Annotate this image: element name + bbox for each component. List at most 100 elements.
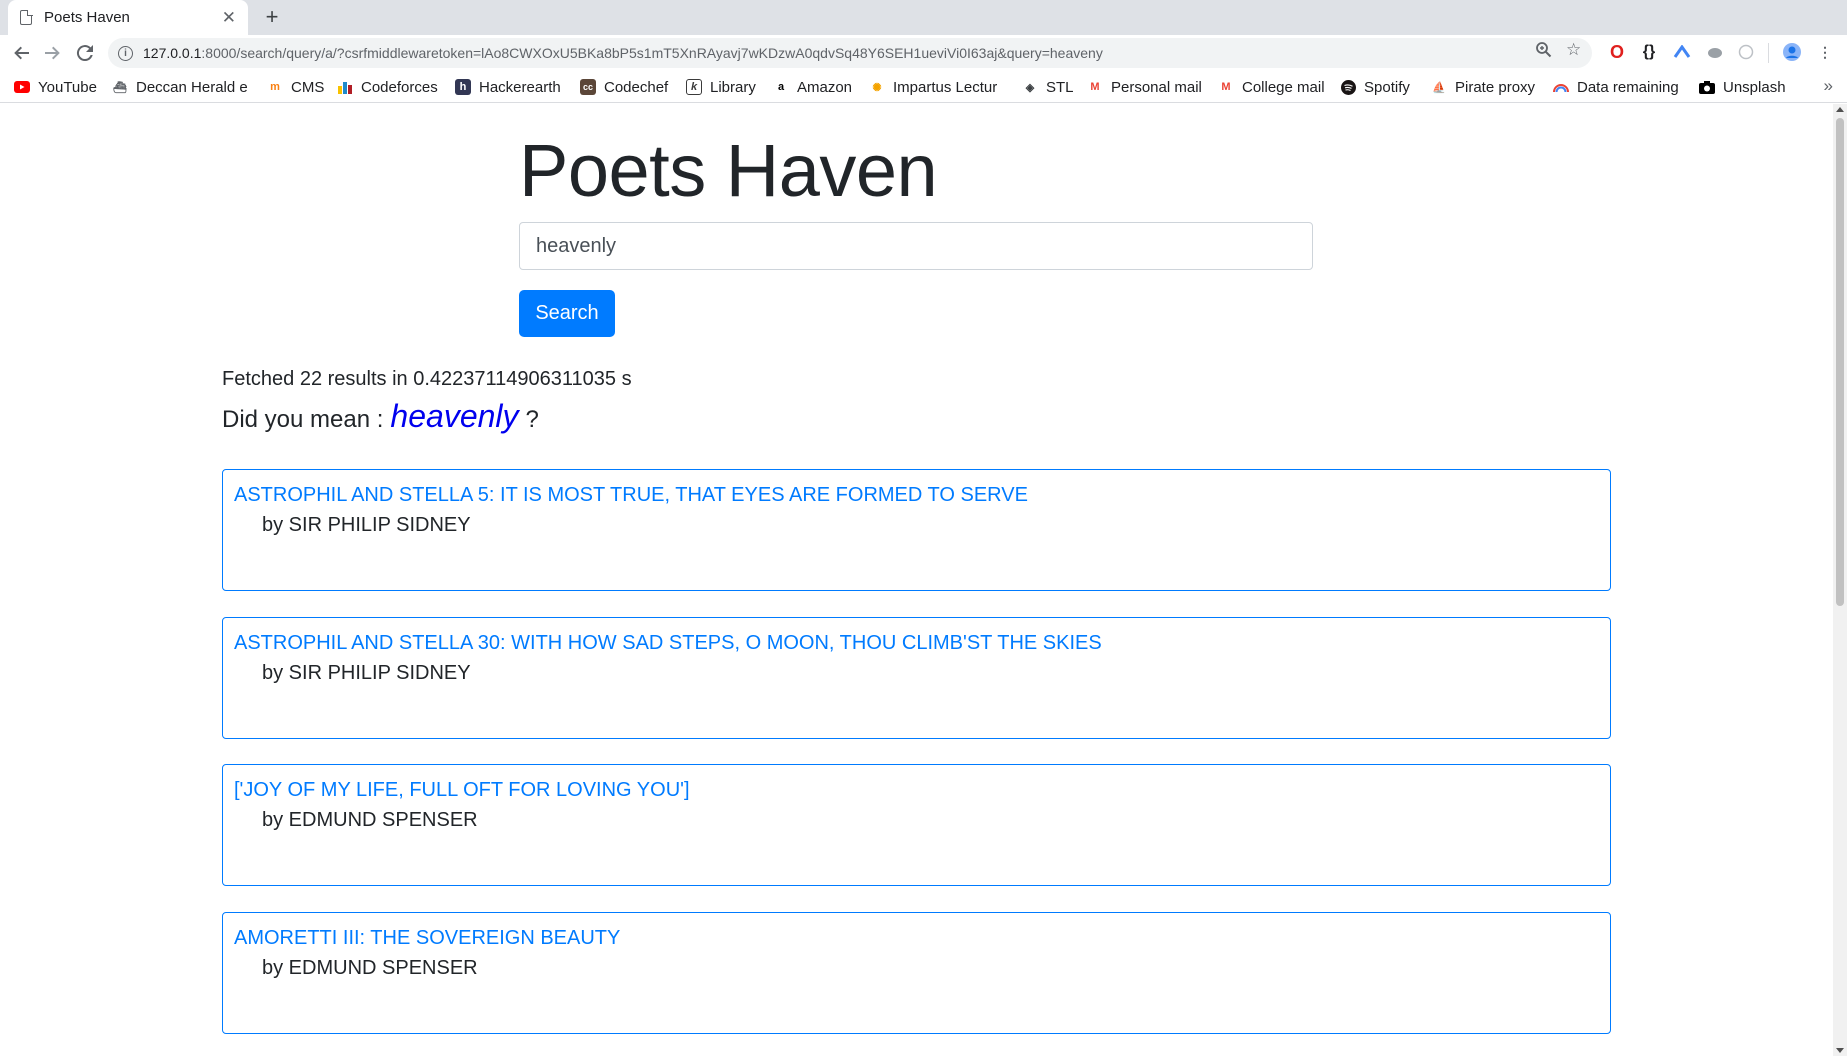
browser-tab[interactable]: Poets Haven ✕ — [8, 0, 248, 35]
codechef-icon: cc — [580, 79, 596, 95]
search-input[interactable] — [519, 222, 1313, 270]
bookmark-label: Data remaining — [1577, 78, 1679, 96]
bookmark-label: CMS — [291, 78, 325, 96]
json-viewer-icon[interactable]: {} — [1639, 42, 1659, 62]
bookmark-label: Spotify — [1364, 78, 1410, 96]
bookmark-pirate-proxy[interactable]: ⛵ Pirate proxy — [1431, 76, 1535, 98]
cloud-extension-icon[interactable] — [1705, 42, 1725, 62]
url-text: 127.0.0.1:8000/search/query/a/?csrfmiddl… — [143, 45, 1103, 61]
bookmarks-bar: YouTube ⛴ Deccan Herald e m CMS Codeforc… — [0, 71, 1847, 103]
spotify-icon — [1340, 79, 1356, 95]
stl-icon: ◈ — [1025, 81, 1035, 94]
bookmark-youtube[interactable]: YouTube — [14, 76, 97, 98]
camera-icon — [1699, 79, 1715, 95]
bookmark-library[interactable]: k Library — [686, 76, 756, 98]
result-author: by SIR PHILIP SIDNEY — [262, 514, 471, 536]
suggestion-prefix: Did you mean : — [222, 406, 384, 433]
results-stats: Fetched 22 results in 0.4223711490631103… — [222, 368, 632, 390]
bookmark-unsplash[interactable]: Unsplash — [1699, 76, 1786, 98]
bookmark-label: Pirate proxy — [1455, 78, 1536, 96]
forward-arrow-icon — [45, 46, 60, 60]
bookmark-label: Library — [710, 78, 756, 96]
bookmark-amazon[interactable]: a Amazon — [773, 76, 852, 98]
bookmark-codechef[interactable]: cc Codechef — [580, 76, 668, 98]
suggestion-link[interactable]: heavenly — [390, 398, 518, 435]
site-title: Poets Haven — [519, 129, 938, 212]
hackerearth-icon: h — [455, 79, 471, 95]
back-arrow-icon — [14, 46, 29, 60]
page-viewport: Poets Haven Search Fetched 22 results in… — [0, 104, 1833, 1056]
result-title-link[interactable]: AMORETTI III: THE SOVEREIGN BEAUTY — [234, 927, 620, 950]
page-icon — [20, 9, 33, 25]
site-info-icon[interactable]: i — [118, 45, 133, 61]
result-author: by EDMUND SPENSER — [262, 809, 478, 831]
koha-icon: k — [686, 79, 702, 95]
result-card: ASTROPHIL AND STELLA 30: WITH HOW SAD ST… — [222, 617, 1611, 739]
bookmark-cms[interactable]: m CMS — [267, 76, 324, 98]
bookmark-impartus[interactable]: ✺ Impartus Lectur — [869, 76, 997, 98]
bar-chart-icon — [337, 79, 353, 95]
bookmark-hackerearth[interactable]: h Hackerearth — [455, 76, 561, 98]
vertical-scrollbar[interactable] — [1833, 104, 1847, 1056]
moodle-icon: m — [270, 81, 280, 93]
forward-button[interactable] — [38, 39, 66, 67]
url-host: 127.0.0.1 — [143, 45, 202, 61]
google-extension-icon[interactable] — [1672, 42, 1692, 62]
bookmark-label: Impartus Lectur — [893, 78, 998, 96]
bookmark-stl[interactable]: ◈ STL — [1022, 76, 1074, 98]
tab-title: Poets Haven — [44, 9, 130, 26]
result-card: ASTROPHIL AND STELLA 5: IT IS MOST TRUE,… — [222, 469, 1611, 591]
bookmark-label: Codechef — [604, 78, 669, 96]
toolbar-separator — [1768, 43, 1769, 63]
bookmark-label: Deccan Herald e — [136, 78, 248, 96]
address-bar[interactable]: i 127.0.0.1:8000/search/query/a/?csrfmid… — [108, 38, 1592, 68]
bookmark-label: Unsplash — [1723, 78, 1786, 96]
amazon-icon: a — [777, 81, 785, 93]
new-tab-button[interactable]: + — [258, 3, 286, 31]
reload-button[interactable] — [71, 39, 99, 67]
reload-icon — [76, 45, 93, 62]
gmail-icon: M — [1090, 81, 1100, 93]
bookmark-label: College mail — [1242, 78, 1325, 96]
result-title-link[interactable]: ['JOY OF MY LIFE, FULL OFT FOR LOVING YO… — [234, 779, 690, 802]
menu-kebab-icon[interactable]: ⋮ — [1815, 42, 1835, 62]
bookmark-deccan-herald[interactable]: ⛴ Deccan Herald e — [112, 76, 248, 98]
rainbow-icon — [1553, 79, 1569, 95]
newspaper-icon: ⛴ — [113, 81, 127, 94]
bookmark-spotify[interactable]: Spotify — [1340, 76, 1410, 98]
back-button[interactable] — [8, 39, 36, 67]
opera-vpn-icon[interactable]: O — [1607, 42, 1627, 62]
tab-strip: Poets Haven ✕ + — [0, 0, 1847, 35]
bookmark-label: YouTube — [38, 78, 97, 96]
profile-avatar-icon[interactable] — [1782, 42, 1802, 62]
result-title-link[interactable]: ASTROPHIL AND STELLA 30: WITH HOW SAD ST… — [234, 632, 1102, 655]
pirate-ship-icon: ⛵ — [1432, 81, 1446, 94]
gmail-icon: M — [1221, 81, 1231, 93]
bookmark-label: Codeforces — [361, 78, 438, 96]
bookmark-label: STL — [1046, 78, 1074, 96]
bookmark-label: Hackerearth — [479, 78, 561, 96]
scroll-down-arrow-icon[interactable] — [1836, 1048, 1844, 1053]
scrollbar-thumb[interactable] — [1836, 118, 1844, 606]
youtube-icon — [14, 79, 30, 95]
result-author: by EDMUND SPENSER — [262, 957, 478, 979]
scroll-up-arrow-icon[interactable] — [1836, 107, 1844, 112]
more-bookmarks-icon[interactable]: » — [1824, 76, 1833, 96]
close-tab-icon[interactable]: ✕ — [222, 9, 236, 26]
search-button[interactable]: Search — [519, 290, 615, 337]
result-title-link[interactable]: ASTROPHIL AND STELLA 5: IT IS MOST TRUE,… — [234, 484, 1028, 507]
bookmark-college-mail[interactable]: M College mail — [1218, 76, 1325, 98]
url-path: :8000/search/query/a/?csrfmiddlewaretoke… — [201, 45, 1103, 61]
zoom-icon[interactable] — [1535, 41, 1552, 63]
bookmark-data-remaining[interactable]: Data remaining — [1553, 76, 1679, 98]
bookmark-label: Personal mail — [1111, 78, 1202, 96]
result-card: ['JOY OF MY LIFE, FULL OFT FOR LOVING YO… — [222, 764, 1611, 886]
bookmark-codeforces[interactable]: Codeforces — [337, 76, 438, 98]
bookmark-personal-mail[interactable]: M Personal mail — [1087, 76, 1202, 98]
browser-toolbar: i 127.0.0.1:8000/search/query/a/?csrfmid… — [0, 35, 1847, 99]
circle-extension-icon[interactable] — [1736, 42, 1756, 62]
suggestion-suffix: ? — [525, 406, 539, 433]
result-author: by SIR PHILIP SIDNEY — [262, 662, 471, 684]
spelling-suggestion: Did you mean : heavenly ? — [222, 398, 539, 435]
bookmark-star-icon[interactable]: ☆ — [1566, 40, 1581, 60]
